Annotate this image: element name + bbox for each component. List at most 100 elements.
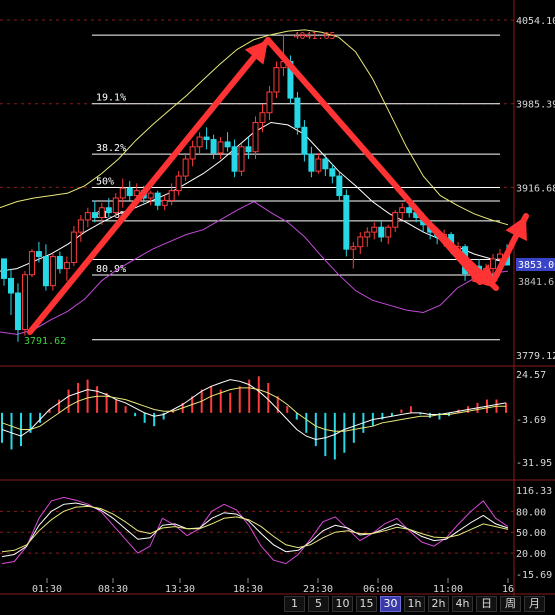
- kdj-panel: 116.33 80.00 50.00 20.00 -15.69: [0, 486, 552, 581]
- candle-body[interactable]: [245, 146, 252, 153]
- candle-body[interactable]: [126, 187, 133, 197]
- candle-body[interactable]: [56, 255, 63, 270]
- candle-body[interactable]: [70, 231, 77, 264]
- candle-body[interactable]: [336, 175, 343, 197]
- timeframe-button-月[interactable]: 月: [524, 596, 545, 612]
- time-axis-label: 06:00: [363, 584, 393, 595]
- candle-body[interactable]: [252, 121, 259, 153]
- time-axis-label: 16: [502, 584, 514, 595]
- timeframe-button-1[interactable]: 1: [284, 596, 305, 612]
- candle-body[interactable]: [322, 158, 329, 170]
- candle-body[interactable]: [182, 158, 189, 177]
- candle-body[interactable]: [210, 139, 217, 154]
- fib-label: 50%: [96, 177, 114, 188]
- timeframe-button-30[interactable]: 30: [380, 596, 401, 612]
- candle-body[interactable]: [84, 212, 91, 221]
- candle-body[interactable]: [294, 97, 301, 128]
- timeframe-button-周[interactable]: 周: [500, 596, 521, 612]
- candle-body[interactable]: [196, 136, 203, 148]
- kdj-d-line: [1, 505, 509, 553]
- time-axis: 01:30 08:30 13:30 18:30 23:30 06:00 11:00 16: [32, 578, 514, 595]
- timeframe-button-5[interactable]: 5: [308, 596, 329, 612]
- timeframe-button-15[interactable]: 15: [356, 596, 377, 612]
- macd-axis-tick: 24.57: [516, 370, 546, 381]
- time-axis-label: 08:30: [98, 584, 128, 595]
- kdj-axis-tick: 20.00: [516, 549, 546, 560]
- time-axis-label: 13:30: [165, 584, 195, 595]
- candle-body[interactable]: [266, 91, 273, 114]
- candle-body[interactable]: [119, 187, 126, 199]
- candle-body[interactable]: [385, 226, 392, 238]
- candle-body[interactable]: [308, 153, 315, 172]
- time-axis-label: 11:00: [433, 584, 463, 595]
- kdj-axis-tick: 116.33: [516, 486, 552, 497]
- candle-body[interactable]: [14, 292, 21, 331]
- candle-body[interactable]: [259, 112, 266, 123]
- candle-body[interactable]: [112, 197, 119, 214]
- candle-body[interactable]: [105, 207, 112, 214]
- boll-lower-line: [0, 201, 509, 335]
- fib-label: 19.1%: [96, 93, 126, 104]
- candle-body[interactable]: [378, 226, 385, 238]
- candle-body[interactable]: [224, 141, 231, 148]
- candle-body[interactable]: [1, 258, 7, 279]
- chart-canvas[interactable]: 19.1%38.2%50%61.8%80.9% 3791.624041.65 2…: [0, 0, 555, 615]
- timeframe-button-2h[interactable]: 2h: [428, 596, 449, 612]
- time-axis-label: 18:30: [233, 584, 263, 595]
- candle-body[interactable]: [329, 168, 336, 177]
- time-axis-label: 01:30: [32, 584, 62, 595]
- price-axis-tick: 3916.68: [516, 183, 555, 194]
- fibonacci-levels: 19.1%38.2%50%61.8%80.9%: [92, 34, 500, 341]
- kdj-axis-tick: 80.00: [516, 507, 546, 518]
- macd-axis-tick: -3.69: [516, 415, 546, 426]
- candle-body[interactable]: [21, 274, 28, 331]
- secondary-price-label: 3841.6: [518, 277, 554, 288]
- fib-label: 38.2%: [96, 143, 126, 154]
- kdj-axis-tick: -15.69: [516, 570, 552, 581]
- candle-body[interactable]: [154, 192, 161, 206]
- candle-body[interactable]: [217, 141, 224, 154]
- candle-body[interactable]: [35, 251, 42, 257]
- candle-body[interactable]: [63, 262, 70, 270]
- candle-body[interactable]: [273, 67, 280, 93]
- timeframe-button-10[interactable]: 10: [332, 596, 353, 612]
- price-axis-tick: 3779.12: [516, 351, 555, 362]
- candle-body[interactable]: [98, 207, 105, 218]
- up-arrow-shaft: [27, 37, 271, 335]
- candle-body[interactable]: [315, 158, 322, 172]
- candle-body[interactable]: [49, 255, 56, 287]
- candle-body[interactable]: [203, 136, 210, 141]
- candle-body[interactable]: [343, 195, 350, 250]
- price-axis-tick: 3985.39: [516, 100, 555, 111]
- candle-body[interactable]: [28, 251, 35, 276]
- candle-body[interactable]: [175, 175, 182, 192]
- kdj-axis-tick: 50.00: [516, 528, 546, 539]
- candle-body[interactable]: [77, 219, 84, 233]
- candle-body[interactable]: [357, 236, 364, 248]
- timeframe-button-1h[interactable]: 1h: [404, 596, 425, 612]
- candle-body[interactable]: [91, 212, 98, 218]
- candle-body[interactable]: [490, 258, 497, 270]
- price-axis: 4054.10 3985.39 3916.68 3779.12 3853.0 3841.6: [516, 16, 555, 362]
- candle-body[interactable]: [147, 192, 154, 199]
- macd-panel: 24.57 -3.69 -31.95: [1, 370, 552, 469]
- candle-body[interactable]: [42, 255, 49, 287]
- candle-body[interactable]: [399, 207, 406, 214]
- candle-body[interactable]: [392, 212, 399, 228]
- candle-body[interactable]: [364, 231, 371, 238]
- candle-body[interactable]: [301, 126, 308, 155]
- candle-body[interactable]: [161, 199, 168, 206]
- candle-body[interactable]: [189, 146, 196, 160]
- bollinger-bands: [0, 29, 509, 335]
- macd-axis-tick: -31.95: [516, 458, 552, 469]
- fib-label: 80.9%: [96, 264, 126, 275]
- candle-body[interactable]: [238, 146, 245, 172]
- timeframe-button-日[interactable]: 日: [476, 596, 497, 612]
- candle-body[interactable]: [168, 190, 175, 201]
- candle-body[interactable]: [406, 207, 413, 214]
- timeframe-button-4h[interactable]: 4h: [452, 596, 473, 612]
- candle-body[interactable]: [231, 146, 238, 172]
- candle-body[interactable]: [7, 277, 14, 294]
- candle-body[interactable]: [371, 226, 378, 233]
- candle-body[interactable]: [350, 246, 357, 250]
